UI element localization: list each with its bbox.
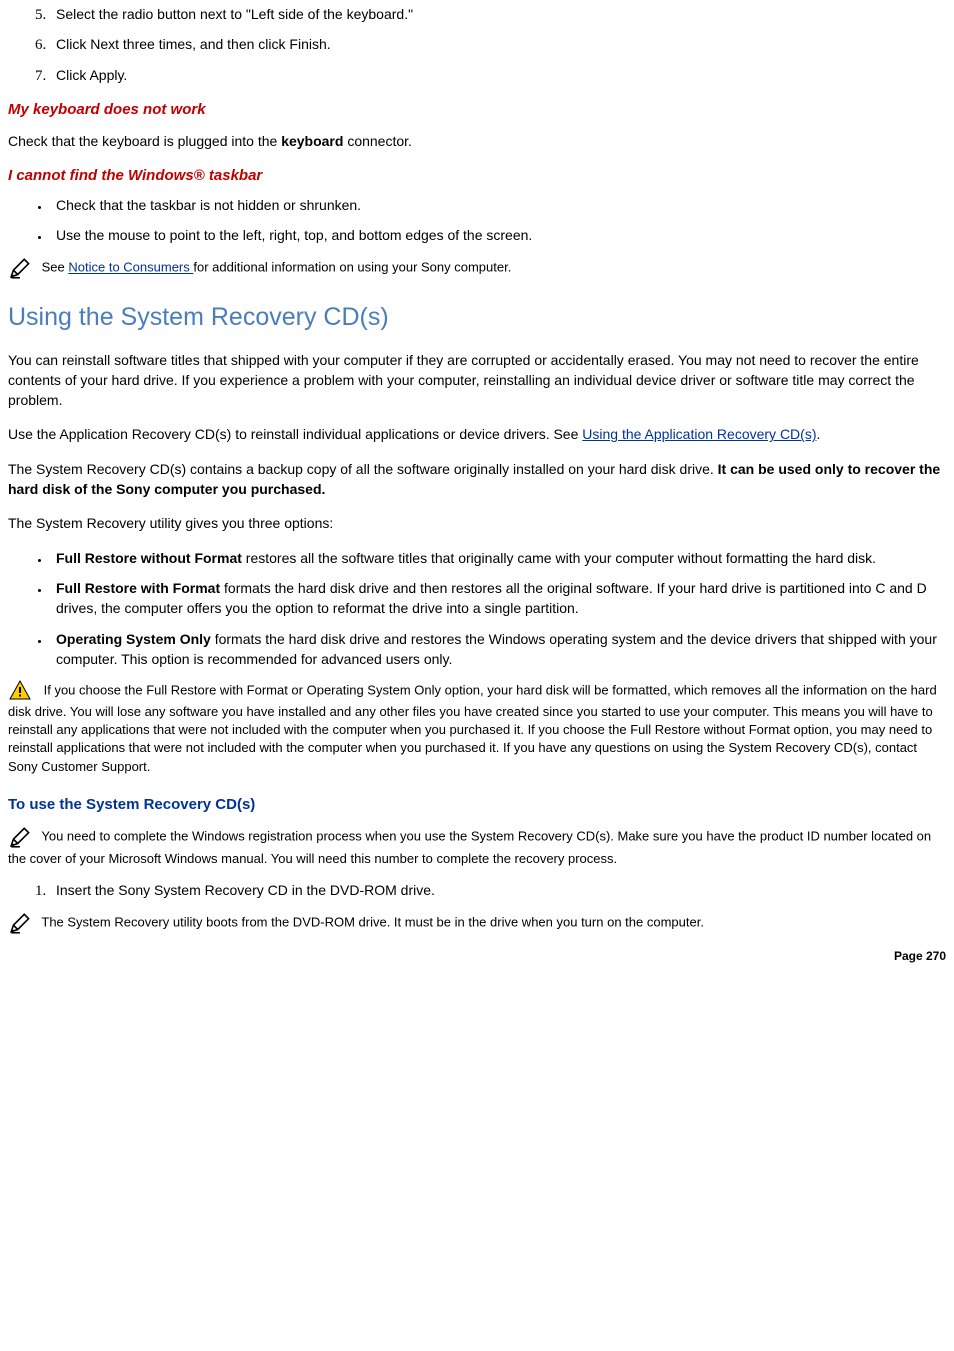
text: The System Recovery utility boots from t… (38, 915, 704, 930)
bold-text: Full Restore with Format (56, 580, 220, 596)
text: The System Recovery CD(s) contains a bac… (8, 461, 718, 477)
step-text: Insert the Sony System Recovery CD in th… (56, 882, 435, 898)
heading-taskbar: I cannot find the Windows® taskbar (8, 165, 946, 187)
heading-system-recovery: Using the System Recovery CD(s) (8, 299, 946, 335)
text: . (817, 426, 821, 442)
text: See (42, 260, 69, 275)
bold-text: keyboard (281, 133, 343, 149)
step-text: Click Apply. (56, 67, 127, 83)
text: You need to complete the Windows registr… (8, 828, 931, 866)
pencil-note-icon (8, 910, 34, 936)
list-item: Insert the Sony System Recovery CD in th… (50, 880, 946, 900)
bold-text: Operating System Only (56, 631, 211, 647)
list-item: Click Apply. (50, 65, 946, 85)
list-item: Check that the taskbar is not hidden or … (50, 195, 946, 215)
text: Use the Application Recovery CD(s) to re… (8, 426, 582, 442)
text: Check that the keyboard is plugged into … (8, 133, 281, 149)
pencil-note-icon (8, 255, 34, 281)
list-item: Full Restore with Format formats the har… (50, 578, 946, 619)
text: connector. (343, 133, 412, 149)
heading-to-use-recovery: To use the System Recovery CD(s) (8, 794, 946, 816)
bold-text: Full Restore without Format (56, 550, 242, 566)
list-item: Select the radio button next to "Left si… (50, 4, 946, 24)
heading-keyboard-not-work: My keyboard does not work (8, 99, 946, 121)
note-boot: The System Recovery utility boots from t… (8, 910, 946, 936)
note-registration: You need to complete the Windows registr… (8, 824, 946, 868)
text: Use the mouse to point to the left, righ… (56, 227, 532, 243)
notice-consumers-link[interactable]: Notice to Consumers (68, 260, 193, 275)
list-item: Full Restore without Format restores all… (50, 548, 946, 568)
warning-block: If you choose the Full Restore with Form… (8, 679, 946, 776)
list-item: Use the mouse to point to the left, righ… (50, 225, 946, 245)
step-text: Click Next three times, and then click F… (56, 36, 331, 52)
list-item: Operating System Only formats the hard d… (50, 629, 946, 670)
text: Check that the taskbar is not hidden or … (56, 197, 361, 213)
paragraph: The System Recovery CD(s) contains a bac… (8, 459, 946, 500)
paragraph: Check that the keyboard is plugged into … (8, 131, 946, 151)
text: If you choose the Full Restore with Form… (8, 683, 937, 774)
paragraph: You can reinstall software titles that s… (8, 350, 946, 411)
list-item: Click Next three times, and then click F… (50, 34, 946, 54)
pencil-note-icon (8, 824, 34, 850)
note-consumers: See Notice to Consumers for additional i… (8, 255, 946, 281)
page-number: Page 270 (8, 948, 946, 965)
paragraph: The System Recovery utility gives you th… (8, 513, 946, 533)
text: for additional information on using your… (193, 260, 511, 275)
text: restores all the software titles that or… (242, 550, 876, 566)
step-text: Select the radio button next to "Left si… (56, 6, 413, 22)
warning-icon (8, 679, 32, 703)
app-recovery-link[interactable]: Using the Application Recovery CD(s) (582, 426, 816, 442)
paragraph: Use the Application Recovery CD(s) to re… (8, 424, 946, 444)
